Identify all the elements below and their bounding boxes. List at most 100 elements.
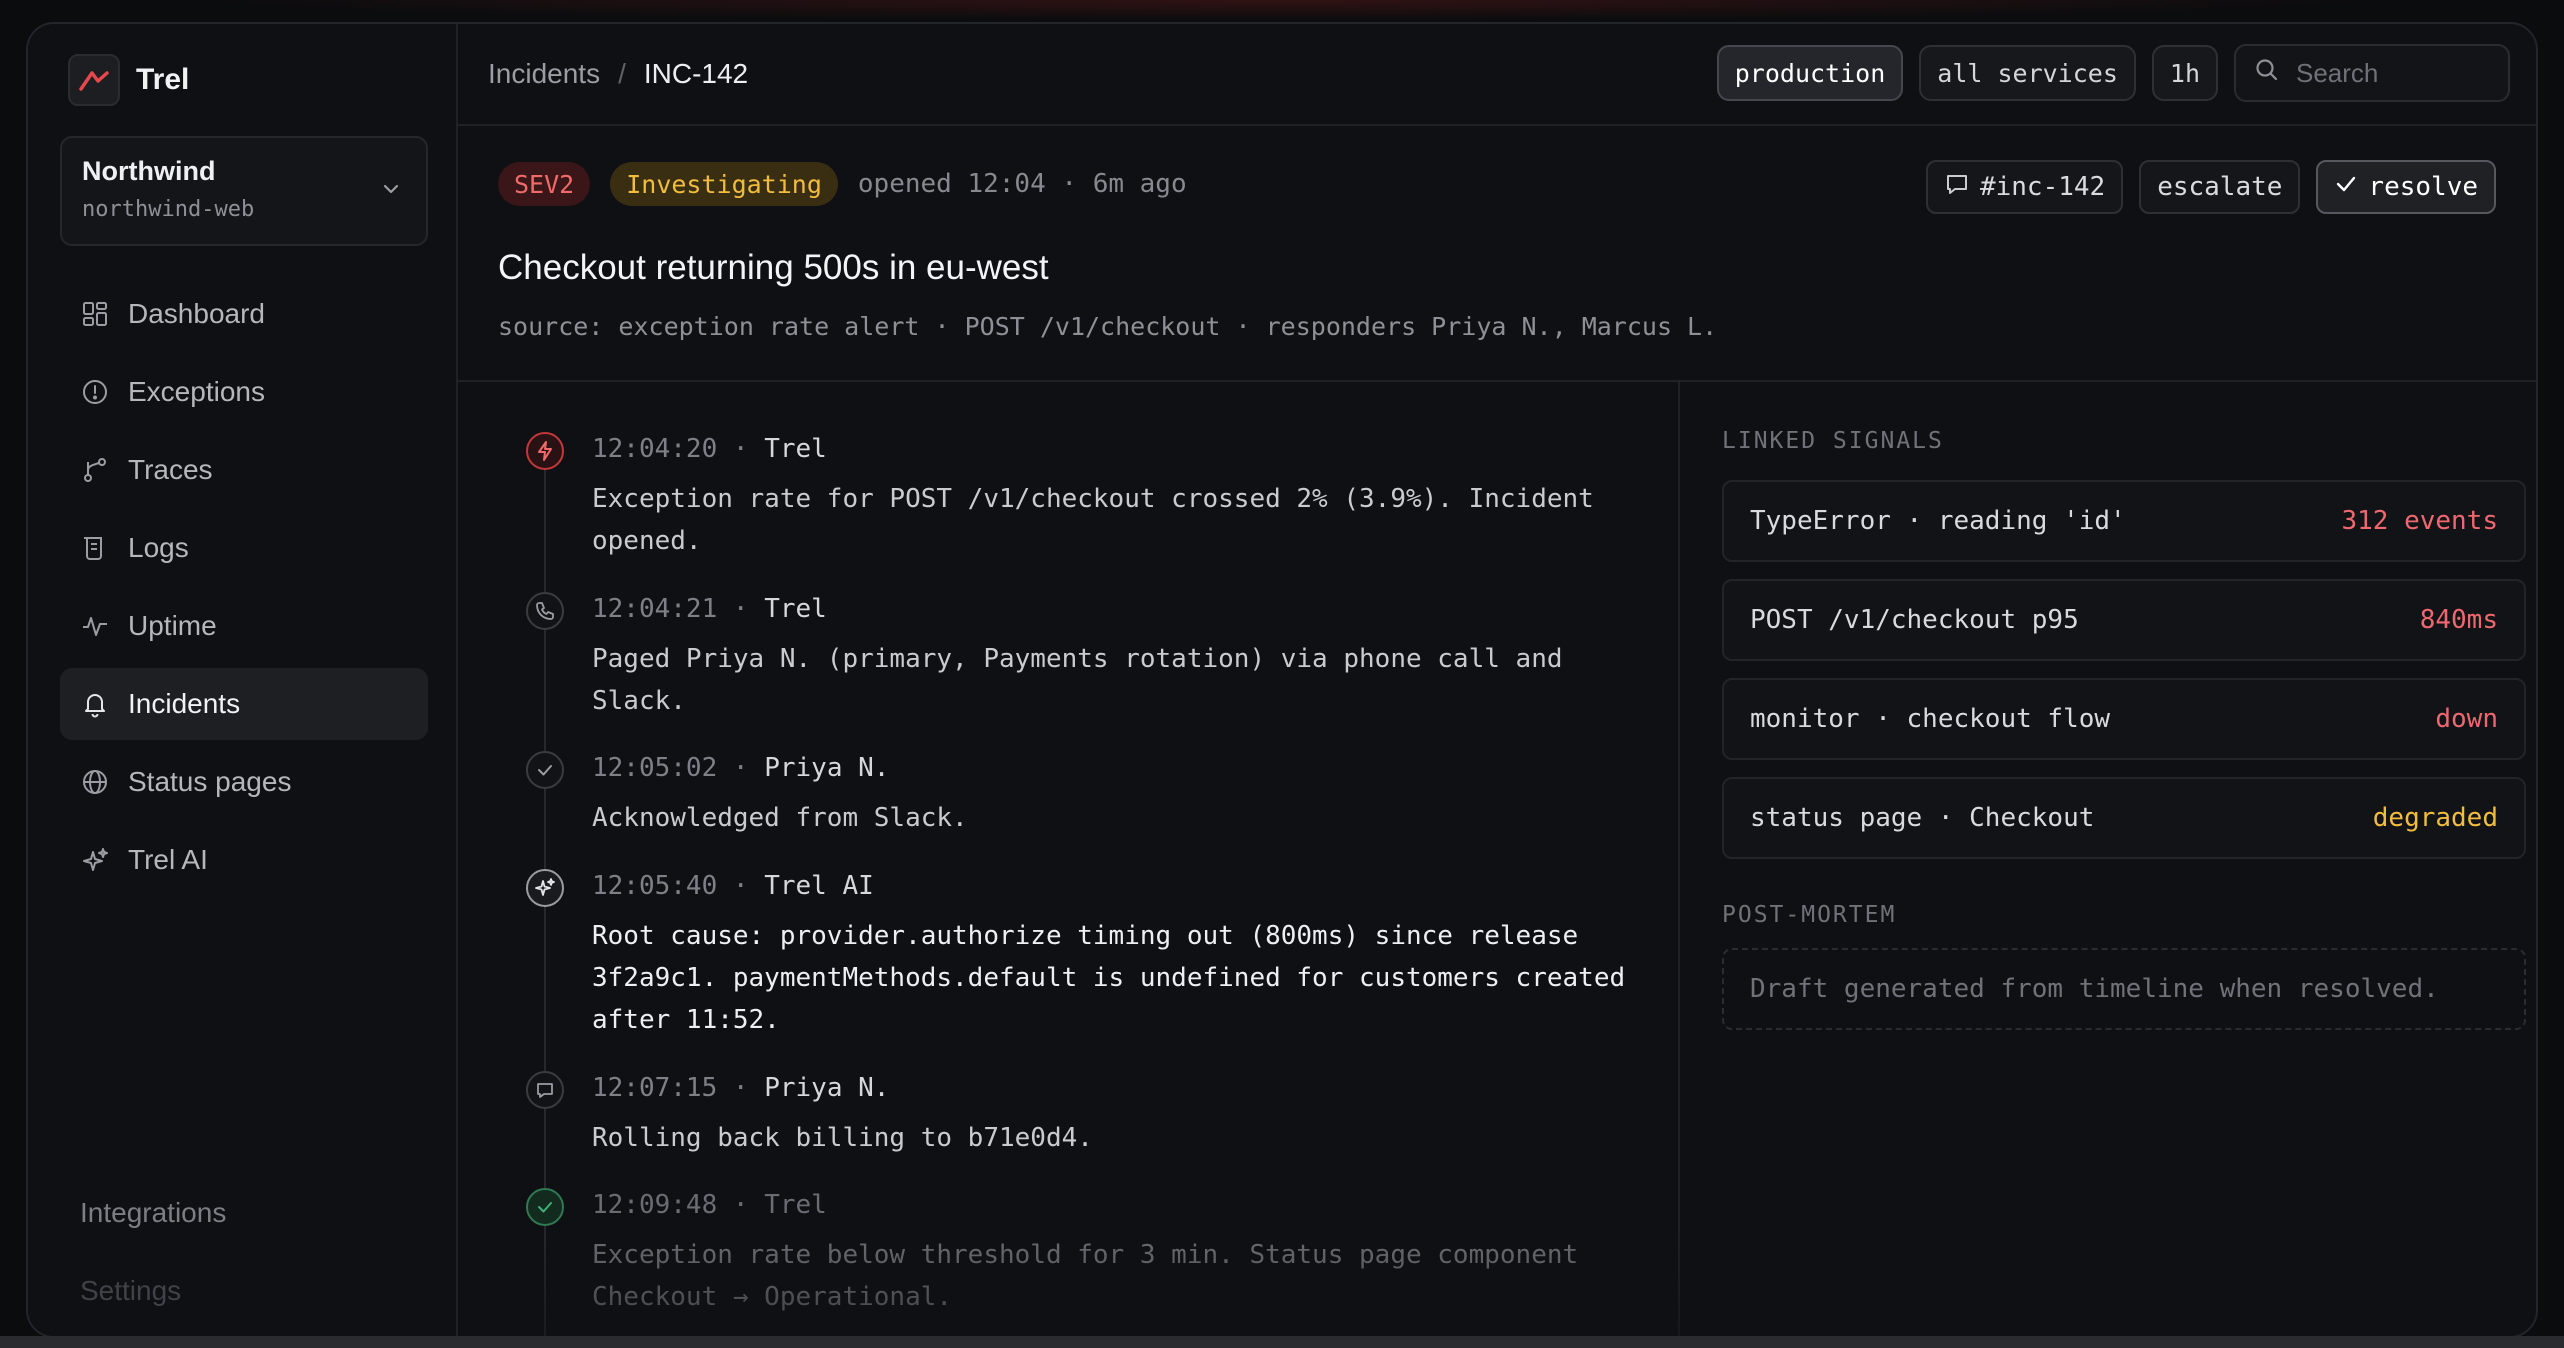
event-meta: 12:05:40 · Trel AI [592, 871, 874, 901]
breadcrumb-incidents[interactable]: Incidents [488, 58, 600, 90]
escalate-button[interactable]: escalate [2139, 160, 2301, 214]
event-author: Priya N. [764, 1073, 890, 1103]
event-author: Trel AI [764, 871, 874, 901]
nav-label-incidents: Incidents [128, 688, 241, 719]
linked-signal-card[interactable]: status page · Checkout degraded [1722, 777, 2526, 859]
sidebar-footer: Integrations Settings [80, 1174, 226, 1330]
event-time: 12:09:48 [592, 1190, 718, 1220]
nav-item-trel-ai[interactable]: Trel AI [60, 824, 428, 896]
nav-item-incidents[interactable]: Incidents [60, 668, 428, 740]
main-nav: Dashboard Exceptions Traces Logs Uptime … [60, 278, 428, 902]
nav-label-exceptions: Exceptions [128, 376, 265, 407]
bottom-edge [0, 1336, 2564, 1348]
event-meta: 12:05:02 · Priya N. [592, 753, 889, 783]
uptime-icon [80, 611, 110, 641]
brand[interactable]: Trel [68, 54, 189, 106]
incident-title: Checkout returning 500s in eu-west [498, 248, 1049, 287]
event-text: Rolling back billing to b71e0d4. [592, 1123, 1093, 1153]
event-meta: 12:04:20 · Trel [592, 434, 827, 464]
search-input[interactable]: Search [2234, 44, 2510, 102]
event-text: Acknowledged from Slack. [592, 803, 968, 833]
chevron-down-icon [380, 178, 402, 205]
check-icon [526, 751, 564, 789]
chat-icon [1944, 171, 1970, 204]
nav-item-exceptions[interactable]: Exceptions [60, 356, 428, 428]
time-range-filter[interactable]: 1h [2151, 45, 2218, 101]
event-time: 12:05:40 [592, 871, 718, 901]
event-text: Exception rate for POST /v1/checkout cro… [592, 484, 1594, 556]
check-icon [2334, 172, 2358, 203]
globe-icon [80, 767, 110, 797]
logs-icon [80, 533, 110, 563]
linked-signal-card[interactable]: TypeError · reading 'id' 312 events [1722, 480, 2526, 562]
event-meta: 12:09:48 · Trel [592, 1190, 827, 1220]
event-time: 12:05:02 [592, 753, 718, 783]
event-separator: · [732, 1073, 749, 1103]
event-author: Trel [764, 434, 827, 464]
linked-signal-card[interactable]: POST /v1/checkout p95 840ms [1722, 579, 2526, 661]
signal-label: POST /v1/checkout p95 [1750, 605, 2079, 635]
nav-label-status-pages: Status pages [128, 766, 292, 797]
event-time: 12:04:21 [592, 594, 718, 624]
event-author: Trel [764, 594, 827, 624]
slack-channel-label: #inc-142 [1979, 172, 2106, 202]
nav-label-uptime: Uptime [128, 610, 217, 641]
services-filter[interactable]: all services [1919, 45, 2136, 101]
nav-item-uptime[interactable]: Uptime [60, 590, 428, 662]
nav-item-logs[interactable]: Logs [60, 512, 428, 584]
event-separator: · [732, 434, 749, 464]
signal-value: 840ms [2419, 605, 2498, 635]
bell-icon [80, 689, 110, 719]
app-window: Trel Northwind northwind-web Dashboard E… [26, 22, 2538, 1338]
signal-value: degraded [2372, 803, 2498, 833]
incident-actions: #inc-142 escalate resolve [1925, 160, 2496, 214]
event-separator: · [732, 1190, 749, 1220]
top-glow [0, 0, 2564, 24]
dashboard-icon [80, 299, 110, 329]
ai-sparkle-icon [526, 869, 564, 907]
breadcrumb: Incidents / INC-142 [488, 58, 748, 90]
signal-label: monitor · checkout flow [1750, 704, 2111, 734]
severity-badge: SEV2 [498, 162, 591, 206]
search-icon [2254, 57, 2280, 90]
incident-header: SEV2 Investigating opened 12:04 · 6m ago… [458, 126, 2536, 382]
incident-source: source: exception rate alert · POST /v1/… [498, 312, 1718, 341]
signal-label: TypeError · reading 'id' [1750, 506, 2126, 536]
nav-item-integrations[interactable]: Integrations [80, 1174, 226, 1252]
postmortem-draft[interactable]: Draft generated from timeline when resol… [1722, 948, 2526, 1030]
opened-time: opened 12:04 · 6m ago [857, 169, 1187, 199]
event-separator: · [732, 871, 749, 901]
nav-item-status-pages[interactable]: Status pages [60, 746, 428, 818]
linked-signal-card[interactable]: monitor · checkout flow down [1722, 678, 2526, 760]
environment-filter[interactable]: production [1716, 45, 1904, 101]
alert-icon [526, 432, 564, 470]
nav-item-traces[interactable]: Traces [60, 434, 428, 506]
event-time: 12:04:20 [592, 434, 718, 464]
event-separator: · [732, 753, 749, 783]
workspace-name: Northwind [82, 156, 216, 186]
breadcrumb-separator: / [618, 58, 626, 89]
comment-icon [526, 1071, 564, 1109]
workspace-switcher[interactable]: Northwind northwind-web [60, 136, 428, 246]
status-badge[interactable]: Investigating [610, 162, 838, 206]
signal-value: down [2435, 704, 2498, 734]
nav-item-dashboard[interactable]: Dashboard [60, 278, 428, 350]
workspace-project: northwind-web [82, 197, 255, 222]
slack-channel-button[interactable]: #inc-142 [1925, 160, 2124, 214]
nav-label-logs: Logs [128, 532, 189, 563]
nav-label-traces: Traces [128, 454, 213, 485]
resolve-label: resolve [2368, 172, 2478, 202]
resolve-button[interactable]: resolve [2316, 160, 2496, 214]
nav-item-settings[interactable]: Settings [80, 1252, 226, 1330]
phone-icon [526, 592, 564, 630]
trel-logo-icon [68, 54, 120, 106]
breadcrumb-current: INC-142 [643, 58, 749, 89]
check-circle-icon [526, 1188, 564, 1226]
event-meta: 12:04:21 · Trel [592, 594, 827, 624]
signal-value: 312 events [2341, 506, 2498, 536]
event-separator: · [732, 594, 749, 624]
filters: production all services 1h Search [1716, 44, 2510, 102]
search-placeholder: Search [2296, 57, 2379, 88]
sparkle-icon [80, 845, 110, 875]
event-text: Paged Priya N. (primary, Payments rotati… [592, 644, 1563, 716]
